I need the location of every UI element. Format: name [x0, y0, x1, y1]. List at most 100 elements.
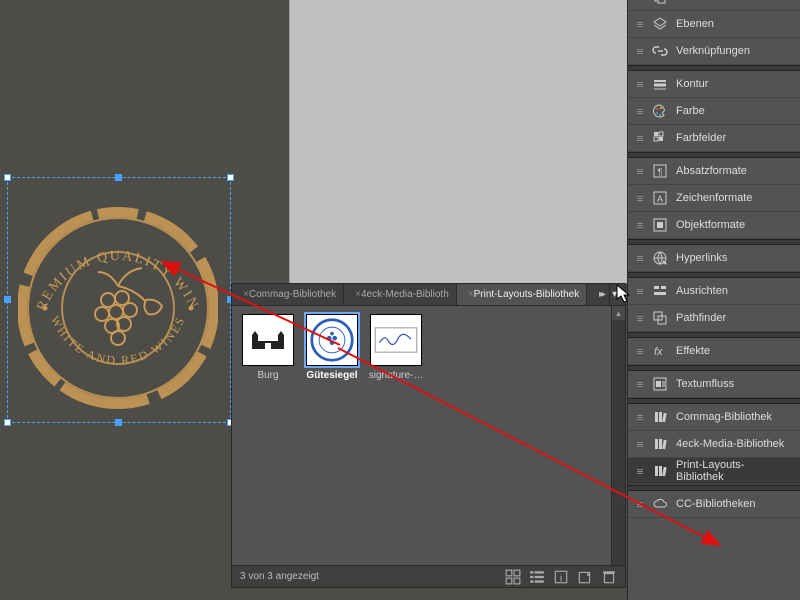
panel-row-verkn-pfungen[interactable]: Verknüpfungen: [628, 38, 800, 65]
library-tab-label: Commag-Bibliothek: [249, 289, 336, 300]
resize-handle[interactable]: [4, 419, 11, 426]
panel-row-label: Ausrichten: [676, 285, 728, 297]
layers-icon: [652, 16, 668, 32]
panel-row-hyperlinks[interactable]: Hyperlinks: [628, 245, 800, 272]
svg-text:fx: fx: [654, 346, 663, 358]
library-tab[interactable]: ×4eck-Media-Biblioth: [344, 284, 457, 305]
library-panel[interactable]: ×Commag-Bibliothek ×4eck-Media-Biblioth …: [231, 283, 626, 588]
align-icon: [652, 283, 668, 299]
resize-handle[interactable]: [4, 174, 11, 181]
panel-row-label: Seiten: [676, 0, 707, 3]
resize-handle[interactable]: [115, 174, 122, 181]
library-item-label: Burg: [240, 370, 296, 381]
panel-row-seiten[interactable]: Seiten: [628, 0, 800, 11]
panel-row-farbe[interactable]: Farbe: [628, 98, 800, 125]
list-view-icon[interactable]: [529, 569, 545, 585]
resize-handle[interactable]: [227, 174, 234, 181]
panel-row-label: Commag-Bibliothek: [676, 411, 772, 423]
stroke-icon: [652, 76, 668, 92]
library-tab[interactable]: ×Commag-Bibliothek: [232, 284, 344, 305]
palette-icon: [652, 103, 668, 119]
panel-row-farbfelder[interactable]: Farbfelder: [628, 125, 800, 152]
library-thumbnail[interactable]: [370, 314, 422, 366]
grip-icon: [636, 223, 644, 228]
panel-row-4eck-media-bibliothek[interactable]: 4eck-Media-Bibliothek: [628, 431, 800, 458]
new-item-icon[interactable]: [577, 569, 593, 585]
panel-row-absatzformate[interactable]: ¶ Absatzformate: [628, 158, 800, 185]
hyper-icon: [652, 250, 668, 266]
pages-icon: [652, 0, 668, 5]
library-item-label: signature-…: [368, 370, 424, 381]
library-tab[interactable]: ×Print-Layouts-Bibliothek: [457, 284, 587, 305]
library-status: 3 von 3 angezeigt: [240, 571, 319, 582]
panel-row-ausrichten[interactable]: Ausrichten: [628, 278, 800, 305]
panel-row-cc-bibliotheken[interactable]: CC-Bibliotheken: [628, 491, 800, 518]
panel-row-label: Verknüpfungen: [676, 45, 750, 57]
char-icon: A: [652, 190, 668, 206]
grip-icon: [636, 22, 644, 27]
library-thumbnail[interactable]: [306, 314, 358, 366]
collapse-icon[interactable]: ▸▸: [593, 289, 609, 300]
grip-icon: [636, 469, 644, 474]
para-icon: ¶: [652, 163, 668, 179]
grip-icon: [636, 196, 644, 201]
panel-row-effekte[interactable]: fx Effekte: [628, 338, 800, 365]
resize-handle[interactable]: [4, 296, 11, 303]
panel-row-textumfluss[interactable]: Textumfluss: [628, 371, 800, 398]
resize-handle[interactable]: [115, 419, 122, 426]
library-body[interactable]: Burg Gütesiegel signature-…: [232, 306, 625, 565]
library-info-icon[interactable]: i: [553, 569, 569, 585]
library-tab-bar: ×Commag-Bibliothek ×4eck-Media-Biblioth …: [232, 284, 625, 306]
panel-row-label: Effekte: [676, 345, 710, 357]
library-tab-label: 4eck-Media-Biblioth: [361, 289, 449, 300]
panel-row-label: Ebenen: [676, 18, 714, 30]
thumbnail-view-icon[interactable]: [505, 569, 521, 585]
library-item[interactable]: Burg: [240, 314, 296, 381]
panel-row-label: Farbe: [676, 105, 705, 117]
grip-icon: [636, 169, 644, 174]
library-tab-label: Print-Layouts-Bibliothek: [474, 289, 580, 300]
grip-icon: [636, 415, 644, 420]
panel-row-ebenen[interactable]: Ebenen: [628, 11, 800, 38]
panel-row-pathfinder[interactable]: Pathfinder: [628, 305, 800, 332]
cloud-icon: [652, 496, 668, 512]
library-item[interactable]: signature-…: [368, 314, 424, 381]
panel-row-label: Hyperlinks: [676, 252, 727, 264]
grip-icon: [636, 82, 644, 87]
panel-row-label: Absatzformate: [676, 165, 747, 177]
obj-icon: [652, 217, 668, 233]
swatches-icon: [652, 130, 668, 146]
lib-icon: [652, 409, 668, 425]
panel-row-kontur[interactable]: Kontur: [628, 71, 800, 98]
panel-row-label: Pathfinder: [676, 312, 726, 324]
grip-icon: [636, 316, 644, 321]
grip-icon: [636, 502, 644, 507]
library-item-label: Gütesiegel: [304, 370, 360, 381]
panel-row-label: CC-Bibliotheken: [676, 498, 755, 510]
scrollbar[interactable]: ▲: [611, 306, 625, 565]
panel-row-objektformate[interactable]: Objektformate: [628, 212, 800, 239]
grip-icon: [636, 289, 644, 294]
fx-icon: fx: [652, 343, 668, 359]
artboard[interactable]: [289, 0, 627, 284]
grip-icon: [636, 349, 644, 354]
panel-row-label: Zeichenformate: [676, 192, 752, 204]
grip-icon: [636, 136, 644, 141]
grip-icon: [636, 109, 644, 114]
scroll-up-icon[interactable]: ▲: [612, 306, 625, 320]
selection-bounding-box[interactable]: [7, 177, 231, 423]
panel-row-label: 4eck-Media-Bibliothek: [676, 438, 784, 450]
lib-icon: [652, 463, 668, 479]
trash-icon[interactable]: [601, 569, 617, 585]
library-thumbnail[interactable]: [242, 314, 294, 366]
grip-icon: [636, 256, 644, 261]
panel-row-print-layouts-bibliothek[interactable]: Print-Layouts-Bibliothek: [628, 458, 800, 485]
panel-menu-icon[interactable]: ▾≡: [609, 284, 625, 305]
panel-row-zeichenformate[interactable]: A Zeichenformate: [628, 185, 800, 212]
svg-text:¶: ¶: [658, 167, 663, 177]
library-item[interactable]: Gütesiegel: [304, 314, 360, 381]
pathfinder-icon: [652, 310, 668, 326]
grip-icon: [636, 442, 644, 447]
library-footer: 3 von 3 angezeigt i: [232, 565, 625, 587]
panel-row-commag-bibliothek[interactable]: Commag-Bibliothek: [628, 404, 800, 431]
